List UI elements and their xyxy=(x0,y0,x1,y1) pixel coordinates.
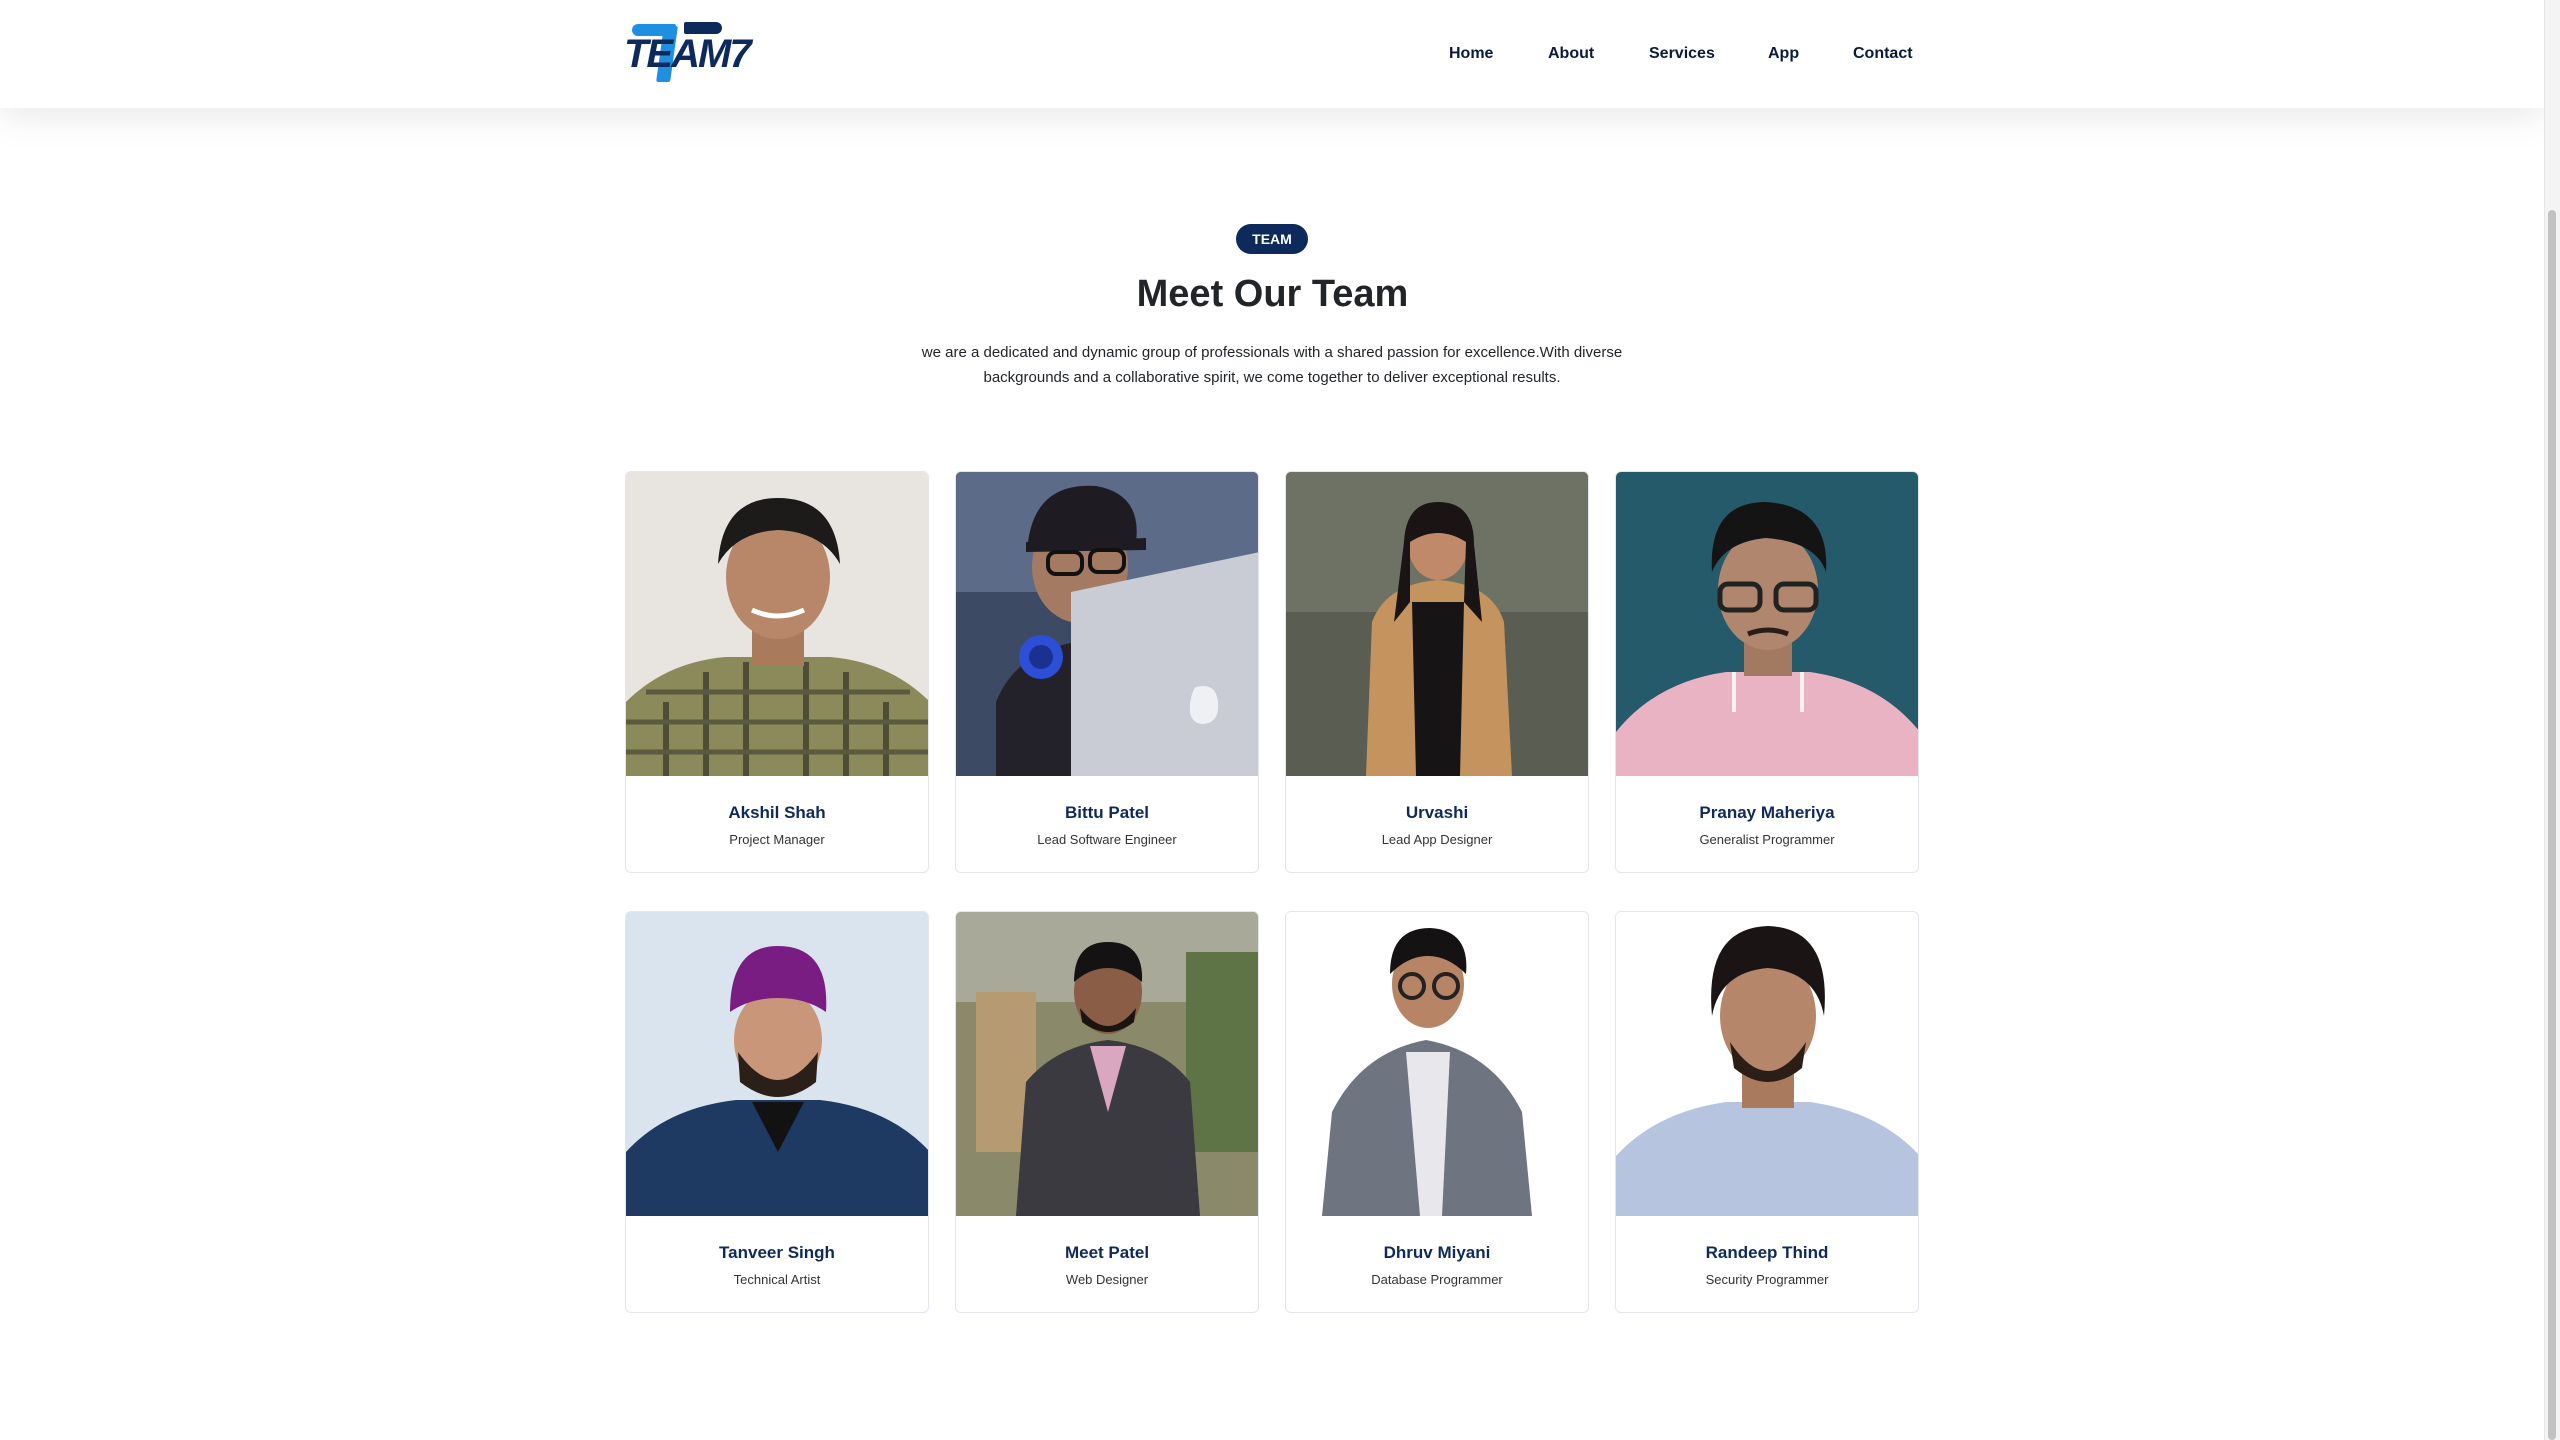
member-photo xyxy=(1286,912,1588,1216)
member-name: Akshil Shah xyxy=(728,803,826,822)
team-card: Akshil Shah Project Manager xyxy=(625,471,929,873)
member-name: Bittu Patel xyxy=(1064,803,1150,822)
member-name: Meet Patel xyxy=(1064,1243,1150,1262)
member-name: Pranay Maheriya xyxy=(1699,803,1835,822)
site-header: TEAM7 Home About Services App Contact xyxy=(0,0,2545,108)
member-photo xyxy=(1616,472,1918,776)
member-photo xyxy=(1286,472,1588,776)
member-name: Dhruv Miyani xyxy=(1383,1243,1491,1262)
member-photo xyxy=(956,472,1258,776)
team-card: Pranay Maheriya Generalist Programmer xyxy=(1615,471,1919,873)
nav-home[interactable]: Home xyxy=(1449,43,1493,65)
member-name: Urvashi xyxy=(1405,803,1469,822)
member-name: Randeep Thind xyxy=(1705,1243,1829,1262)
team-card: Bittu Patel Lead Software Engineer xyxy=(955,471,1259,873)
team-card: Dhruv Miyani Database Programmer xyxy=(1285,911,1589,1313)
member-photo xyxy=(626,912,928,1216)
member-role: Web Designer xyxy=(1065,1272,1149,1287)
section-title: Meet Our Team xyxy=(1136,273,1409,315)
scrollbar-thumb[interactable] xyxy=(2548,210,2556,1440)
member-photo xyxy=(626,472,928,776)
member-name: Tanveer Singh xyxy=(719,1243,835,1262)
team-card: Meet Patel Web Designer xyxy=(955,911,1259,1313)
member-role: Database Programmer xyxy=(1371,1272,1503,1287)
nav-app[interactable]: App xyxy=(1768,43,1799,65)
nav-services[interactable]: Services xyxy=(1649,43,1715,65)
member-role: Technical Artist xyxy=(733,1272,821,1287)
member-role: Lead App Designer xyxy=(1381,832,1493,847)
team-card: Tanveer Singh Technical Artist xyxy=(625,911,929,1313)
team-card: Randeep Thind Security Programmer xyxy=(1615,911,1919,1313)
section-badge: TEAM xyxy=(1236,224,1308,254)
member-photo xyxy=(956,912,1258,1216)
section-description: we are a dedicated and dynamic group of … xyxy=(921,344,1623,386)
team7-logo[interactable]: TEAM7 xyxy=(624,20,752,88)
nav-contact[interactable]: Contact xyxy=(1853,43,1913,65)
member-role: Lead Software Engineer xyxy=(1037,832,1177,847)
member-photo xyxy=(1616,912,1918,1216)
member-role: Generalist Programmer xyxy=(1699,832,1835,847)
page-scrollbar[interactable] xyxy=(2544,0,2560,1440)
logo-text: TEAM7 xyxy=(624,32,752,76)
member-role: Project Manager xyxy=(729,832,825,847)
member-role: Security Programmer xyxy=(1705,1272,1829,1287)
team-card: Urvashi Lead App Designer xyxy=(1285,471,1589,873)
nav-about[interactable]: About xyxy=(1548,43,1594,65)
